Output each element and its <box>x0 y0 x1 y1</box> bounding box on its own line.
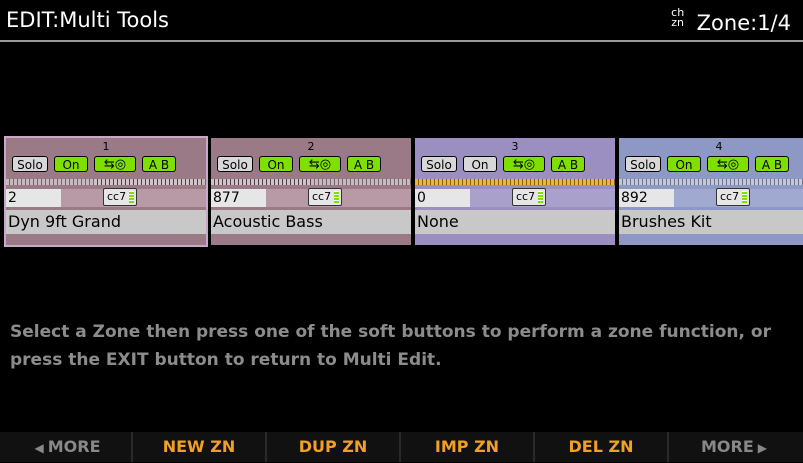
soft-button-new-zone[interactable]: NEW ZN <box>133 432 267 462</box>
on-button[interactable]: On <box>259 156 293 172</box>
soft-button-dup-zone[interactable]: DUP ZN <box>267 432 401 462</box>
volume-meter-icon <box>538 191 543 203</box>
cc7-indicator: cc7 <box>308 188 342 206</box>
soft-button-label: NEW ZN <box>162 437 236 456</box>
soft-button-label: MORE <box>47 437 101 456</box>
arrow-right-icon: ▶ <box>757 441 767 455</box>
cc7-indicator: cc7 <box>512 188 546 206</box>
soft-button-label: IMP ZN <box>434 437 500 456</box>
ab-switch-button[interactable]: A B <box>142 156 176 172</box>
midi-routing-icon[interactable]: ⇆◎ <box>299 156 341 172</box>
zone-number: 3 <box>511 140 519 153</box>
soft-button-del-zone[interactable]: DEL ZN <box>535 432 669 462</box>
on-button[interactable]: On <box>54 156 88 172</box>
channel-zone-icon: ch zn <box>665 7 691 29</box>
zone-card-2[interactable]: 2 Solo On ⇆◎ A B 877 cc7 Acoustic Bass <box>211 138 411 245</box>
soft-button-label: MORE <box>700 437 754 456</box>
solo-button[interactable]: Solo <box>217 156 253 172</box>
channel-zone-icon-bottom: zn <box>671 16 685 29</box>
midi-routing-icon[interactable]: ⇆◎ <box>94 156 136 172</box>
zone-number: 1 <box>102 140 110 153</box>
volume-meter-icon <box>334 191 339 203</box>
zone-strip: 1 Solo On ⇆◎ A B 2 cc7 Dyn 9ft Grand 2 S… <box>4 136 803 248</box>
cc7-indicator: cc7 <box>103 188 137 206</box>
key-range-bar <box>211 179 411 185</box>
zone-number: 4 <box>715 140 723 153</box>
zone-label: Zone:1/4 <box>696 11 791 35</box>
program-number: 892 <box>619 189 674 207</box>
program-name: Acoustic Bass <box>211 210 411 234</box>
cc-label: cc7 <box>312 190 332 203</box>
midi-routing-icon[interactable]: ⇆◎ <box>707 156 749 172</box>
program-number: 2 <box>6 189 61 207</box>
program-name: Dyn 9ft Grand <box>6 210 206 234</box>
soft-button-label: DEL ZN <box>568 437 634 456</box>
zone-card-3[interactable]: 3 Solo On ⇆◎ A B 0 cc7 None <box>415 138 615 245</box>
zone-indicator: ch zn Zone:1/4 <box>665 7 791 35</box>
on-button[interactable]: On <box>463 156 497 172</box>
volume-meter-icon <box>742 191 747 203</box>
screen-title: EDIT:Multi Tools <box>6 8 169 32</box>
soft-button-imp-zone[interactable]: IMP ZN <box>401 432 535 462</box>
midi-routing-icon[interactable]: ⇆◎ <box>503 156 545 172</box>
soft-button-more-left[interactable]: ◀ MORE <box>0 432 133 462</box>
ab-switch-button[interactable]: A B <box>347 156 381 172</box>
cc7-indicator: cc7 <box>716 188 750 206</box>
volume-meter-icon <box>129 191 134 203</box>
soft-button-label: DUP ZN <box>298 437 368 456</box>
ab-switch-button[interactable]: A B <box>755 156 789 172</box>
ab-switch-button[interactable]: A B <box>551 156 585 172</box>
solo-button[interactable]: Solo <box>12 156 48 172</box>
program-name: Brushes Kit <box>619 210 803 234</box>
program-number: 877 <box>211 189 266 207</box>
soft-button-more-right[interactable]: MORE ▶ <box>669 432 803 462</box>
key-range-bar <box>415 179 615 185</box>
solo-button[interactable]: Solo <box>625 156 661 172</box>
cc-label: cc7 <box>720 190 740 203</box>
program-name: None <box>415 210 615 234</box>
zone-number: 2 <box>307 140 315 153</box>
key-range-bar <box>6 179 206 185</box>
zone-card-1[interactable]: 1 Solo On ⇆◎ A B 2 cc7 Dyn 9ft Grand <box>4 136 208 247</box>
program-number: 0 <box>415 189 470 207</box>
cc-label: cc7 <box>516 190 536 203</box>
solo-button[interactable]: Solo <box>421 156 457 172</box>
key-range-bar <box>619 179 803 185</box>
title-bar: EDIT:Multi Tools ch zn Zone:1/4 <box>0 0 803 42</box>
zone-card-4[interactable]: 4 Solo On ⇆◎ A B 892 cc7 Brushes Kit <box>619 138 803 245</box>
cc-label: cc7 <box>107 190 127 203</box>
soft-button-bar: ◀ MORE NEW ZN DUP ZN IMP ZN DEL ZN MORE ▶ <box>0 432 803 462</box>
instruction-message: Select a Zone then press one of the soft… <box>10 322 771 370</box>
on-button[interactable]: On <box>667 156 701 172</box>
arrow-left-icon: ◀ <box>34 441 44 455</box>
